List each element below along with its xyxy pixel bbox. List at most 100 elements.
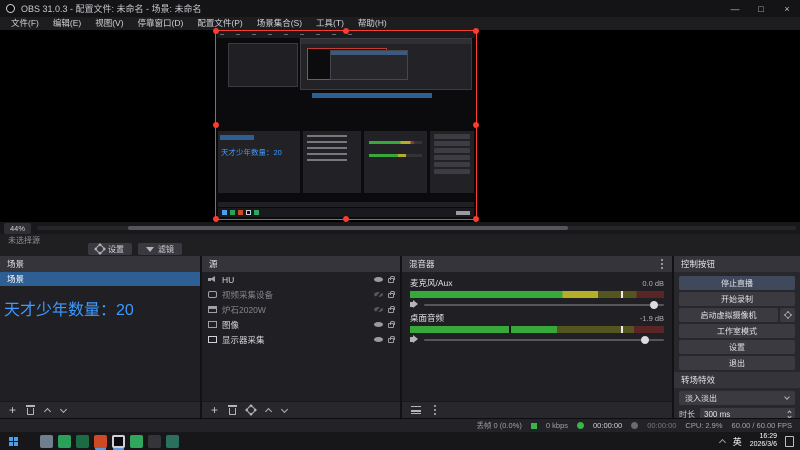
scene-list-item[interactable]: 场景 [0,272,200,286]
source-row[interactable]: 视频采集设备 [202,287,400,302]
virtual-camera-settings-button[interactable] [780,308,795,322]
source-toolbar: 未选择源 设置 滤镜 [0,234,800,256]
transition-select[interactable]: 淡入淡出 [679,391,795,405]
move-scene-down-icon[interactable] [59,405,68,413]
visibility-eye-icon[interactable] [374,277,383,282]
menu-profile[interactable]: 配置文件(P) [190,17,249,30]
captured-meter-1 [369,141,422,144]
volume-slider[interactable] [424,335,664,344]
lock-icon[interactable] [388,336,395,343]
visibility-eye-icon[interactable] [374,292,383,297]
taskbar-app-icon-4[interactable] [94,434,107,448]
source-row[interactable]: 炉石2020W [202,302,400,317]
spinner-arrows-icon[interactable] [787,410,792,419]
lock-icon[interactable] [388,276,395,283]
visibility-eye-icon[interactable] [374,307,383,312]
menu-view[interactable]: 视图(V) [88,17,130,30]
remove-source-icon[interactable] [228,405,238,415]
display-capture-source[interactable]: 天才少年数量：20 [213,28,479,222]
lock-icon[interactable] [388,321,395,328]
controls-dock-header[interactable]: 控制按钮 [674,256,800,272]
properties-button[interactable]: 设置 [88,243,132,255]
selection-handle[interactable] [473,28,479,34]
start-recording-button[interactable]: 开始录制 [679,292,795,306]
source-row[interactable]: 显示器采集 [202,332,400,347]
source-properties-icon[interactable] [247,406,256,414]
selection-handle[interactable] [473,122,479,128]
source-row[interactable]: 图像 [202,317,400,332]
volume-slider[interactable] [424,300,664,309]
lock-icon[interactable] [388,291,395,298]
scenes-dock-header[interactable]: 场景 [0,256,200,272]
visibility-eye-icon[interactable] [374,322,383,327]
remove-scene-icon[interactable] [26,405,36,415]
add-source-icon[interactable]: + [211,404,218,416]
scenes-list: 场景 天才少年数量：20 [0,272,200,401]
menubar: 文件(F) 编辑(E) 视图(V) 停靠窗口(D) 配置文件(P) 场景集合(S… [0,17,800,30]
obs-main-window: OBS 31.0.3 - 配置文件: 未命名 - 场景: 未命名 — □ × 文… [0,0,800,450]
taskbar-obs-icon[interactable] [112,434,125,448]
speaker-mute-icon[interactable] [410,300,418,308]
transition-selected-value: 淡入淡出 [685,393,717,403]
selection-handle[interactable] [213,28,219,34]
channel-name: 桌面音频 [410,313,445,323]
sources-dock-header[interactable]: 源 [202,256,400,272]
selection-handle[interactable] [213,122,219,128]
advanced-audio-icon[interactable] [411,406,421,414]
preview-horizontal-scrollbar[interactable] [37,226,796,230]
filters-button[interactable]: 滤镜 [138,243,182,255]
captured-selected-row [312,93,432,98]
gear-icon [96,245,104,253]
mixer-dock-header[interactable]: 混音器 [402,256,672,272]
source-name: 显示器采集 [222,334,265,345]
slider-knob[interactable] [640,335,649,344]
taskbar-app-icon-6[interactable] [130,434,143,448]
visibility-eye-icon[interactable] [374,337,383,342]
start-button[interactable] [0,432,26,450]
add-scene-icon[interactable]: + [9,404,16,416]
selection-handle[interactable] [213,216,219,222]
move-scene-up-icon[interactable] [43,407,52,416]
mixer-menu-icon[interactable] [661,263,663,265]
taskbar-app-icon-7[interactable] [148,434,161,448]
clock-time: 16:29 [759,432,777,440]
close-button[interactable]: × [774,0,800,17]
move-source-down-icon[interactable] [280,405,289,413]
selection-handle[interactable] [343,28,349,34]
scrollbar-thumb[interactable] [128,226,569,230]
mixer-options-icon[interactable] [434,409,436,411]
preview-zoom-indicator[interactable]: 44% [4,222,32,234]
menu-scene-collection[interactable]: 场景集合(S) [250,17,309,30]
speaker-mute-icon[interactable] [410,335,418,343]
start-virtual-camera-button[interactable]: 启动虚拟摄像机 [679,308,778,322]
source-row[interactable]: HU [202,272,400,287]
stop-streaming-button[interactable]: 停止直播 [679,276,795,290]
preview-canvas[interactable]: 天才少年数量：20 [0,28,800,222]
studio-mode-button[interactable]: 工作室模式 [679,324,795,338]
maximize-button[interactable]: □ [748,0,774,17]
transitions-dock-header[interactable]: 转场特效 [674,372,800,388]
move-source-up-icon[interactable] [264,407,273,416]
input-method-indicator[interactable]: 英 [733,435,742,448]
selection-handle[interactable] [343,216,349,222]
menu-edit[interactable]: 编辑(E) [46,17,88,30]
exit-button[interactable]: 退出 [679,356,795,370]
minimize-button[interactable]: — [722,0,748,17]
selection-handle[interactable] [473,216,479,222]
menu-docks[interactable]: 停靠窗口(D) [131,17,191,30]
taskbar-app-icon-3[interactable] [76,434,89,448]
taskbar-app-icon-8[interactable] [166,434,179,448]
settings-button[interactable]: 设置 [679,340,795,354]
menu-file[interactable]: 文件(F) [4,17,46,30]
notification-center-icon[interactable] [785,435,794,447]
source-name: 视频采集设备 [222,289,274,300]
windows-taskbar: 英 16:29 2026/3/6 [0,432,800,450]
taskbar-app-icon-2[interactable] [58,434,71,448]
tray-expand-icon[interactable] [718,438,726,446]
taskbar-app-icon-1[interactable] [40,434,53,448]
slider-knob[interactable] [650,300,659,309]
chevron-down-icon [784,394,790,400]
lock-icon[interactable] [388,306,395,313]
taskbar-clock[interactable]: 16:29 2026/3/6 [750,433,777,449]
menu-help[interactable]: 帮助(H) [351,17,394,30]
